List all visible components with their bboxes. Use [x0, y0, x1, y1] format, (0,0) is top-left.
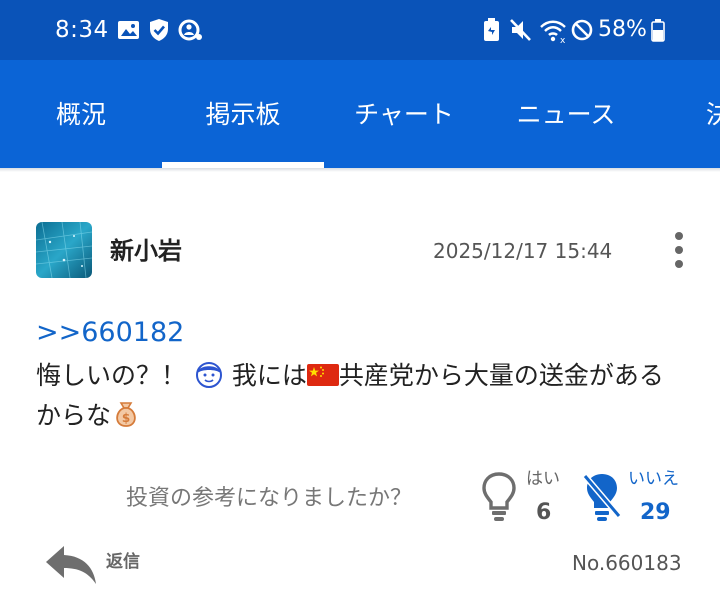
- tab-chart[interactable]: チャート: [324, 60, 484, 168]
- dnd-icon: [571, 19, 593, 41]
- china-flag-emoji: [306, 364, 339, 386]
- more-options-icon[interactable]: [664, 228, 694, 272]
- tab-overview[interactable]: 概況: [20, 60, 142, 168]
- reply-arrow-icon: [46, 546, 96, 584]
- shield-check-icon: [150, 19, 168, 41]
- svg-text:$: $: [122, 411, 130, 425]
- reply-label: 返信: [106, 552, 140, 572]
- post-text-4: からな: [36, 401, 112, 430]
- post-timestamp: 2025/12/17 15:44: [433, 239, 613, 263]
- feedback-question: 投資の参考になりましたか？: [126, 486, 413, 511]
- battery-percent: 58%: [598, 17, 647, 42]
- post-number: No.660183: [572, 551, 682, 575]
- wifi-icon: x: [540, 20, 566, 44]
- post-text-2: 我には: [223, 361, 307, 390]
- status-time: 8:34: [55, 17, 109, 43]
- no-label[interactable]: いいえ: [628, 467, 679, 491]
- yes-count: 6: [536, 500, 552, 525]
- mute-icon: [510, 19, 531, 41]
- boy-face-emoji: [195, 362, 222, 388]
- avatar[interactable]: [36, 222, 92, 278]
- tab-financials[interactable]: 決: [706, 60, 720, 168]
- lightbulb-icon[interactable]: [480, 470, 518, 524]
- tab-bar-shadow: [0, 168, 720, 172]
- reply-to-link[interactable]: >>660182: [36, 314, 184, 352]
- status-bar: 8:34 x 58%: [0, 0, 720, 60]
- assistant-icon: [178, 19, 202, 41]
- svg-text:x: x: [560, 36, 566, 44]
- tab-bar: 概況 掲示板 チャート ニュース 決: [0, 60, 720, 168]
- battery-saver-icon: [484, 18, 499, 41]
- no-count: 29: [640, 500, 671, 525]
- post-body: 悔しいの？！ 我には 共産党から大量の送金がある からな $: [36, 356, 696, 436]
- reply-button[interactable]: 返信: [44, 538, 154, 590]
- battery-icon: [651, 19, 665, 42]
- yes-label[interactable]: はい: [526, 467, 560, 491]
- post-text-1: 悔しいの？！: [36, 361, 187, 390]
- lightbulb-off-icon[interactable]: [580, 470, 624, 524]
- post-text-3: 共産党から大量の送金がある: [338, 361, 664, 390]
- money-bag-emoji: $: [116, 402, 136, 427]
- image-icon: [118, 21, 139, 39]
- tab-news[interactable]: ニュース: [486, 60, 646, 168]
- author-name[interactable]: 新小岩: [110, 234, 182, 268]
- tab-board[interactable]: 掲示板: [162, 60, 324, 168]
